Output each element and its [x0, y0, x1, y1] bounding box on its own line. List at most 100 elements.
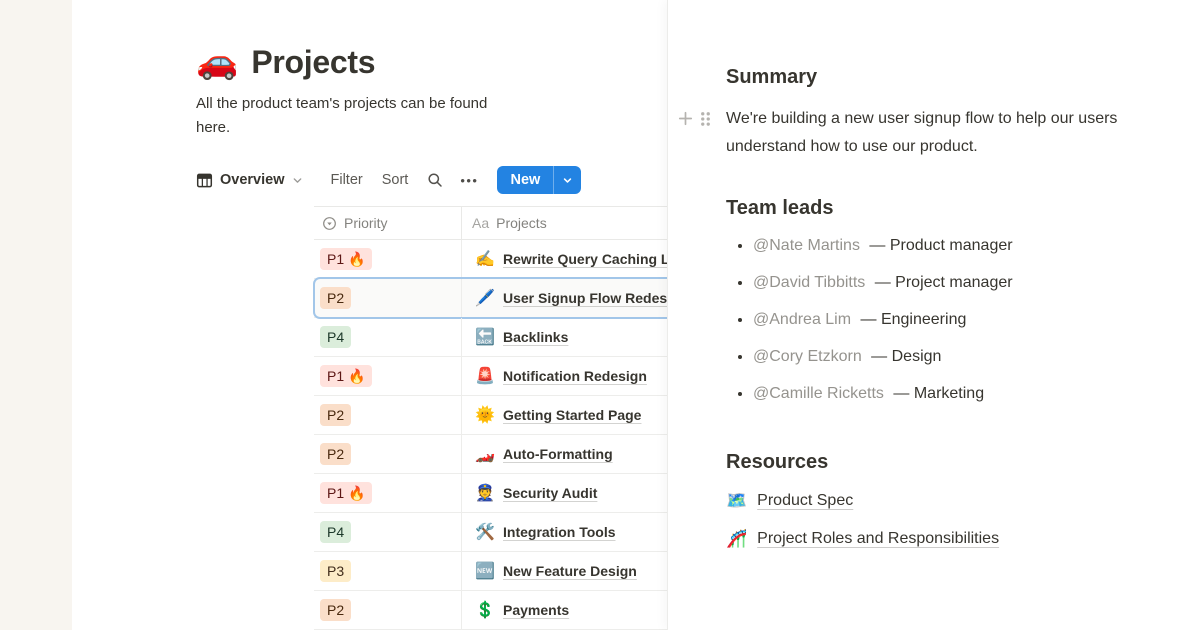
chevron-down-icon	[292, 175, 303, 186]
priority-badge: P4	[320, 521, 351, 543]
priority-badge: P2	[320, 287, 351, 309]
resources-list: 🗺️ Product Spec 🎢 Project Roles and Resp…	[726, 488, 1170, 551]
project-page-link[interactable]: Security Audit	[503, 485, 597, 501]
user-mention[interactable]: @Cory Etzkorn	[753, 348, 862, 365]
project-page-icon: 👮	[475, 483, 495, 503]
priority-cell[interactable]: P2	[314, 396, 462, 434]
user-mention[interactable]: @David Tibbitts	[753, 274, 865, 291]
resource-page-link[interactable]: 🗺️ Product Spec	[726, 488, 1170, 513]
table-row[interactable]: P2 🖊️ User Signup Flow Redesign Project	[314, 279, 667, 318]
column-header-priority[interactable]: Priority	[314, 207, 462, 239]
project-title-cell[interactable]: 👮 Security Audit	[462, 474, 667, 512]
chevron-down-icon	[562, 175, 573, 186]
resource-page-link[interactable]: 🎢 Project Roles and Responsibilities	[726, 526, 1170, 551]
filter-button[interactable]: Filter	[331, 172, 363, 188]
page-icon-car-emoji[interactable]: 🚗	[196, 42, 238, 82]
priority-badge: P1 🔥	[320, 482, 372, 504]
project-page-icon: 🛠️	[475, 522, 495, 542]
priority-badge: P1 🔥	[320, 365, 372, 387]
project-page-icon: 🆕	[475, 561, 495, 581]
project-page-link[interactable]: Getting Started Page	[503, 407, 641, 423]
column-header-priority-label: Priority	[344, 215, 388, 231]
project-page-link[interactable]: User Signup Flow Redesign Project	[503, 290, 667, 306]
project-title-cell[interactable]: 🚨 Notification Redesign	[462, 357, 667, 395]
summary-text: We're building a new user signup flow to…	[726, 105, 1196, 161]
priority-cell[interactable]: P2	[314, 279, 462, 317]
table-row[interactable]: P4 🛠️ Integration Tools	[314, 513, 667, 552]
summary-paragraph-block: We're building a new user signup flow to…	[726, 105, 1196, 161]
side-peek-panel: Summary We're building a new user signup…	[667, 0, 1200, 630]
project-title-cell[interactable]: 🆕 New Feature Design	[462, 552, 667, 590]
project-page-link[interactable]: New Feature Design	[503, 563, 637, 579]
priority-badge: P2	[320, 599, 351, 621]
resource-page-title: Product Spec	[757, 492, 853, 510]
project-page-icon: ✍️	[475, 249, 495, 269]
page-title-row: 🚗 Projects	[196, 42, 667, 82]
plus-icon	[677, 110, 694, 127]
table-row[interactable]: P1 🔥 ✍️ Rewrite Query Caching Logic	[314, 240, 667, 279]
drag-handle[interactable]	[700, 111, 711, 132]
project-page-icon: 🌞	[475, 405, 495, 425]
priority-cell[interactable]: P2	[314, 435, 462, 473]
table-row[interactable]: P3 🆕 New Feature Design	[314, 552, 667, 591]
user-mention[interactable]: @Nate Martins	[753, 237, 860, 254]
table-row[interactable]: P1 🔥 👮 Security Audit	[314, 474, 667, 513]
column-header-projects-label: Projects	[496, 215, 547, 231]
priority-cell[interactable]: P4	[314, 513, 462, 551]
project-title-cell[interactable]: 🏎️ Auto-Formatting	[462, 435, 667, 473]
table-header-row: Priority Aa Projects	[314, 206, 667, 240]
project-title-cell[interactable]: ✍️ Rewrite Query Caching Logic	[462, 240, 667, 278]
project-page-link[interactable]: Payments	[503, 602, 569, 618]
priority-cell[interactable]: P4	[314, 318, 462, 356]
priority-cell[interactable]: P1 🔥	[314, 474, 462, 512]
column-header-projects[interactable]: Aa Projects	[462, 215, 667, 231]
project-page-icon: 🚨	[475, 366, 495, 386]
resource-page-title: Project Roles and Responsibilities	[757, 530, 999, 548]
team-leads-list: @Nate Martins — Product manager @David T…	[726, 233, 1170, 406]
project-title-cell[interactable]: 🔙 Backlinks	[462, 318, 667, 356]
table-row[interactable]: P2 🌞 Getting Started Page	[314, 396, 667, 435]
resource-page-icon: 🗺️	[726, 491, 747, 511]
view-switcher[interactable]: Overview	[196, 172, 303, 189]
priority-cell[interactable]: P2	[314, 591, 462, 629]
project-page-link[interactable]: Backlinks	[503, 329, 568, 345]
sort-button[interactable]: Sort	[382, 172, 409, 188]
priority-badge: P3	[320, 560, 351, 582]
priority-cell[interactable]: P1 🔥	[314, 357, 462, 395]
team-lead-role: — Engineering	[861, 311, 967, 328]
table-row[interactable]: P2 💲 Payments	[314, 591, 667, 630]
team-lead-item: @Camille Ricketts — Marketing	[753, 381, 1170, 406]
projects-table: Priority Aa Projects P1 🔥 ✍️ Rewrite	[314, 206, 667, 630]
project-title-cell[interactable]: 💲 Payments	[462, 591, 667, 629]
add-block-button[interactable]	[677, 110, 694, 132]
priority-badge: P2	[320, 404, 351, 426]
project-title-cell[interactable]: 🛠️ Integration Tools	[462, 513, 667, 551]
table-row[interactable]: P2 🏎️ Auto-Formatting	[314, 435, 667, 474]
project-page-link[interactable]: Rewrite Query Caching Logic	[503, 251, 667, 267]
project-title-cell[interactable]: 🌞 Getting Started Page	[462, 396, 667, 434]
title-property-icon: Aa	[472, 215, 489, 231]
new-button-dropdown[interactable]	[554, 166, 581, 194]
more-options-button[interactable]: •••	[460, 173, 478, 188]
team-leads-heading: Team leads	[726, 195, 1170, 221]
priority-cell[interactable]: P1 🔥	[314, 240, 462, 278]
priority-cell[interactable]: P3	[314, 552, 462, 590]
project-page-icon: 🏎️	[475, 444, 495, 464]
table-row[interactable]: P1 🔥 🚨 Notification Redesign	[314, 357, 667, 396]
user-mention[interactable]: @Andrea Lim	[753, 311, 851, 328]
team-lead-role: — Marketing	[893, 385, 984, 402]
team-lead-item: @David Tibbitts — Project manager	[753, 270, 1170, 295]
priority-badge: P2	[320, 443, 351, 465]
select-property-icon	[322, 216, 337, 231]
project-page-link[interactable]: Notification Redesign	[503, 368, 647, 384]
project-page-link[interactable]: Integration Tools	[503, 524, 616, 540]
search-button[interactable]	[427, 172, 443, 188]
team-lead-item: @Cory Etzkorn — Design	[753, 344, 1170, 369]
new-button[interactable]: New	[497, 166, 553, 194]
project-title-cell[interactable]: 🖊️ User Signup Flow Redesign Project	[462, 279, 667, 317]
table-row[interactable]: P4 🔙 Backlinks	[314, 318, 667, 357]
summary-heading: Summary	[726, 64, 1170, 90]
project-page-link[interactable]: Auto-Formatting	[503, 446, 613, 462]
user-mention[interactable]: @Camille Ricketts	[753, 385, 884, 402]
page-description: All the product team's projects can be f…	[196, 92, 518, 140]
